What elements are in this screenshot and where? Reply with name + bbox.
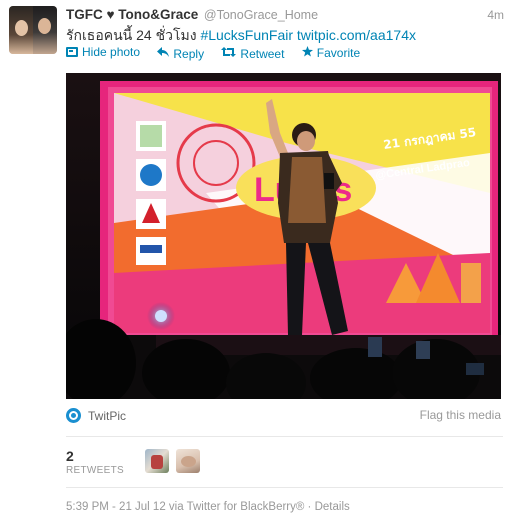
flag-media-link[interactable]: Flag this media xyxy=(420,408,501,422)
display-name[interactable]: TGFC ♥ Tono&Grace xyxy=(66,7,198,22)
retweet-count[interactable]: 2 xyxy=(66,448,74,464)
divider xyxy=(66,436,503,437)
tweet-photo[interactable]: Lucks 21 กรกฎาคม 55 @Central Ladprao xyxy=(66,73,501,399)
tweet-actions: Hide photo Reply Retweet Favorite xyxy=(66,45,374,61)
favorite-button[interactable]: Favorite xyxy=(301,46,361,60)
retweet-arrows-icon xyxy=(221,47,237,60)
retweeter-avatar[interactable] xyxy=(175,449,200,473)
tweet-text: รักเธอคนนี้ 24 ชั่วโมง #LucksFunFair twi… xyxy=(66,25,506,47)
reply-label: Reply xyxy=(173,46,205,61)
star-icon xyxy=(301,46,313,60)
retweet-button[interactable]: Retweet xyxy=(221,47,284,61)
media-provider: TwitPic xyxy=(88,408,127,423)
reply-button[interactable]: Reply xyxy=(157,47,204,61)
media-bar: TwitPic Flag this media xyxy=(66,408,501,426)
twitpic-link[interactable]: twitpic.com/aa174x xyxy=(297,27,416,43)
tweet-text-body: รักเธอคนนี้ 24 ชั่วโมง xyxy=(66,27,201,43)
user-avatar[interactable] xyxy=(9,6,57,54)
retweeter-avatar[interactable] xyxy=(145,449,169,473)
reply-arrow-icon xyxy=(157,47,170,60)
tweet: TGFC ♥ Tono&Grace @TonoGrace_Home 4m รัก… xyxy=(0,0,513,522)
details-link[interactable]: Details xyxy=(315,501,350,513)
photo-icon xyxy=(66,47,78,57)
divider xyxy=(66,487,503,488)
retweet-label: Retweet xyxy=(240,46,285,61)
hide-photo-label: Hide photo xyxy=(82,45,141,59)
footer-separator: · xyxy=(304,501,315,513)
twitpic-icon xyxy=(66,408,81,423)
user-handle[interactable]: @TonoGrace_Home xyxy=(204,8,318,22)
retweeter-avatars xyxy=(145,449,203,473)
tweet-timestamp[interactable]: 4m xyxy=(487,8,504,22)
hashtag-link[interactable]: #LucksFunFair xyxy=(200,27,293,43)
tweet-footer: 5:39 PM - 21 Jul 12 via Twitter for Blac… xyxy=(66,501,350,513)
favorite-label: Favorite xyxy=(316,46,361,60)
twitpic-attribution[interactable]: TwitPic xyxy=(66,408,126,423)
tweet-header: TGFC ♥ Tono&Grace @TonoGrace_Home 4m xyxy=(66,7,506,25)
retweet-count-label[interactable]: RETWEETS xyxy=(66,465,124,476)
tweet-time-source[interactable]: 5:39 PM - 21 Jul 12 via Twitter for Blac… xyxy=(66,501,304,513)
hide-photo-button[interactable]: Hide photo xyxy=(66,45,140,59)
